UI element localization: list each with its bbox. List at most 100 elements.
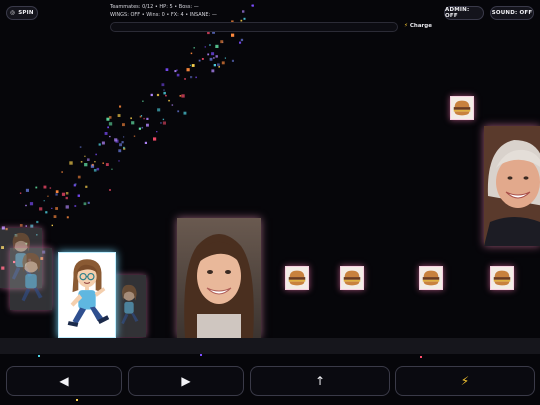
particle: [108, 116, 112, 119]
stats-line-teammates: Teammates: 0/12 • HP: 5 • Boss: —: [110, 4, 199, 10]
particle: [156, 131, 158, 133]
particle: [138, 127, 141, 130]
particle: [165, 68, 169, 71]
particle: [130, 117, 132, 120]
particle: [65, 205, 69, 209]
particle: [76, 399, 78, 401]
particle: [186, 68, 190, 72]
particle: [189, 64, 192, 66]
particle: [168, 99, 170, 102]
particle: [146, 123, 149, 127]
particle: [123, 136, 125, 138]
particle: [211, 52, 215, 56]
particle: [143, 117, 145, 120]
player-ghost-trail: [112, 275, 146, 337]
particle: [73, 184, 76, 187]
particle: [51, 224, 53, 227]
runner-sprite-icon: [67, 259, 110, 327]
particle: [98, 143, 101, 146]
particle: [240, 38, 244, 42]
particle: [55, 207, 58, 210]
particle: [251, 4, 254, 7]
burger-pickup: [340, 266, 364, 290]
power-button[interactable]: ⚡: [395, 366, 535, 396]
particle: [107, 126, 109, 129]
particle: [61, 192, 66, 196]
particle: [36, 220, 39, 224]
particle: [65, 196, 68, 200]
particle: [106, 117, 110, 121]
particle: [131, 121, 135, 125]
particle: [161, 83, 165, 87]
particle: [25, 188, 29, 192]
particle: [43, 200, 45, 202]
lightning-icon: ⚡: [460, 374, 470, 388]
particle: [121, 141, 124, 144]
runner-sprite-icon: [21, 252, 43, 302]
particle: [77, 175, 81, 179]
particle: [231, 59, 234, 62]
particle: [195, 76, 197, 79]
particle: [215, 44, 219, 48]
particle: [74, 205, 77, 207]
move-right-button[interactable]: ▶: [128, 366, 244, 396]
jump-button[interactable]: ↑: [250, 366, 390, 396]
particle: [55, 193, 58, 196]
particle: [108, 122, 113, 126]
spin-label: SPIN: [18, 10, 34, 16]
teammate-portrait: [177, 218, 261, 338]
particle: [51, 207, 53, 209]
particle: [109, 135, 111, 138]
particle: [123, 146, 125, 149]
particle: [211, 69, 215, 73]
particle: [29, 202, 34, 206]
particle: [119, 105, 122, 108]
particle: [142, 100, 144, 102]
smiling-girl-image: [177, 218, 261, 338]
particle: [69, 161, 73, 165]
particle: [47, 195, 49, 197]
particle: [215, 55, 218, 58]
particle: [251, 4, 253, 7]
particle: [43, 185, 47, 189]
jump-arrow-icon: ↑: [314, 374, 326, 388]
particle: [102, 162, 104, 164]
admin-toggle-button[interactable]: ADMIN: OFF: [444, 6, 484, 20]
player-ghost-trail: [10, 248, 52, 310]
particle: [91, 163, 94, 166]
sound-toggle-button[interactable]: SOUND: OFF: [490, 6, 534, 20]
particle: [118, 149, 122, 153]
particle: [105, 163, 109, 166]
burger-icon: [288, 270, 306, 286]
particle: [94, 161, 96, 163]
burger-icon: [453, 100, 471, 116]
particle: [19, 192, 22, 194]
charge-bar: [110, 22, 398, 32]
particle: [104, 132, 108, 135]
particle: [184, 78, 186, 80]
spin-button[interactable]: ◎ SPIN: [6, 6, 38, 20]
particle: [38, 355, 40, 357]
particle: [66, 216, 69, 219]
particle: [217, 63, 220, 67]
particle: [133, 135, 136, 137]
particle: [209, 57, 213, 61]
particle: [204, 46, 206, 48]
burger-icon: [493, 270, 511, 286]
particle: [190, 52, 193, 55]
move-left-button[interactable]: ◀: [6, 366, 122, 396]
particle: [139, 115, 142, 118]
particle: [213, 57, 215, 59]
particle: [79, 146, 82, 148]
particle: [181, 94, 185, 98]
lightning-icon: ⚡: [404, 23, 408, 29]
particle: [224, 57, 226, 59]
particle: [123, 147, 126, 150]
particle: [179, 95, 182, 97]
stats-line-modes: WINGS: OFF • Wins: 0 • FX: 4 • INSANE: —: [110, 12, 217, 18]
particle: [146, 117, 149, 120]
particle: [65, 192, 69, 195]
particle: [19, 224, 23, 227]
particle: [221, 61, 225, 65]
particle: [53, 215, 57, 218]
